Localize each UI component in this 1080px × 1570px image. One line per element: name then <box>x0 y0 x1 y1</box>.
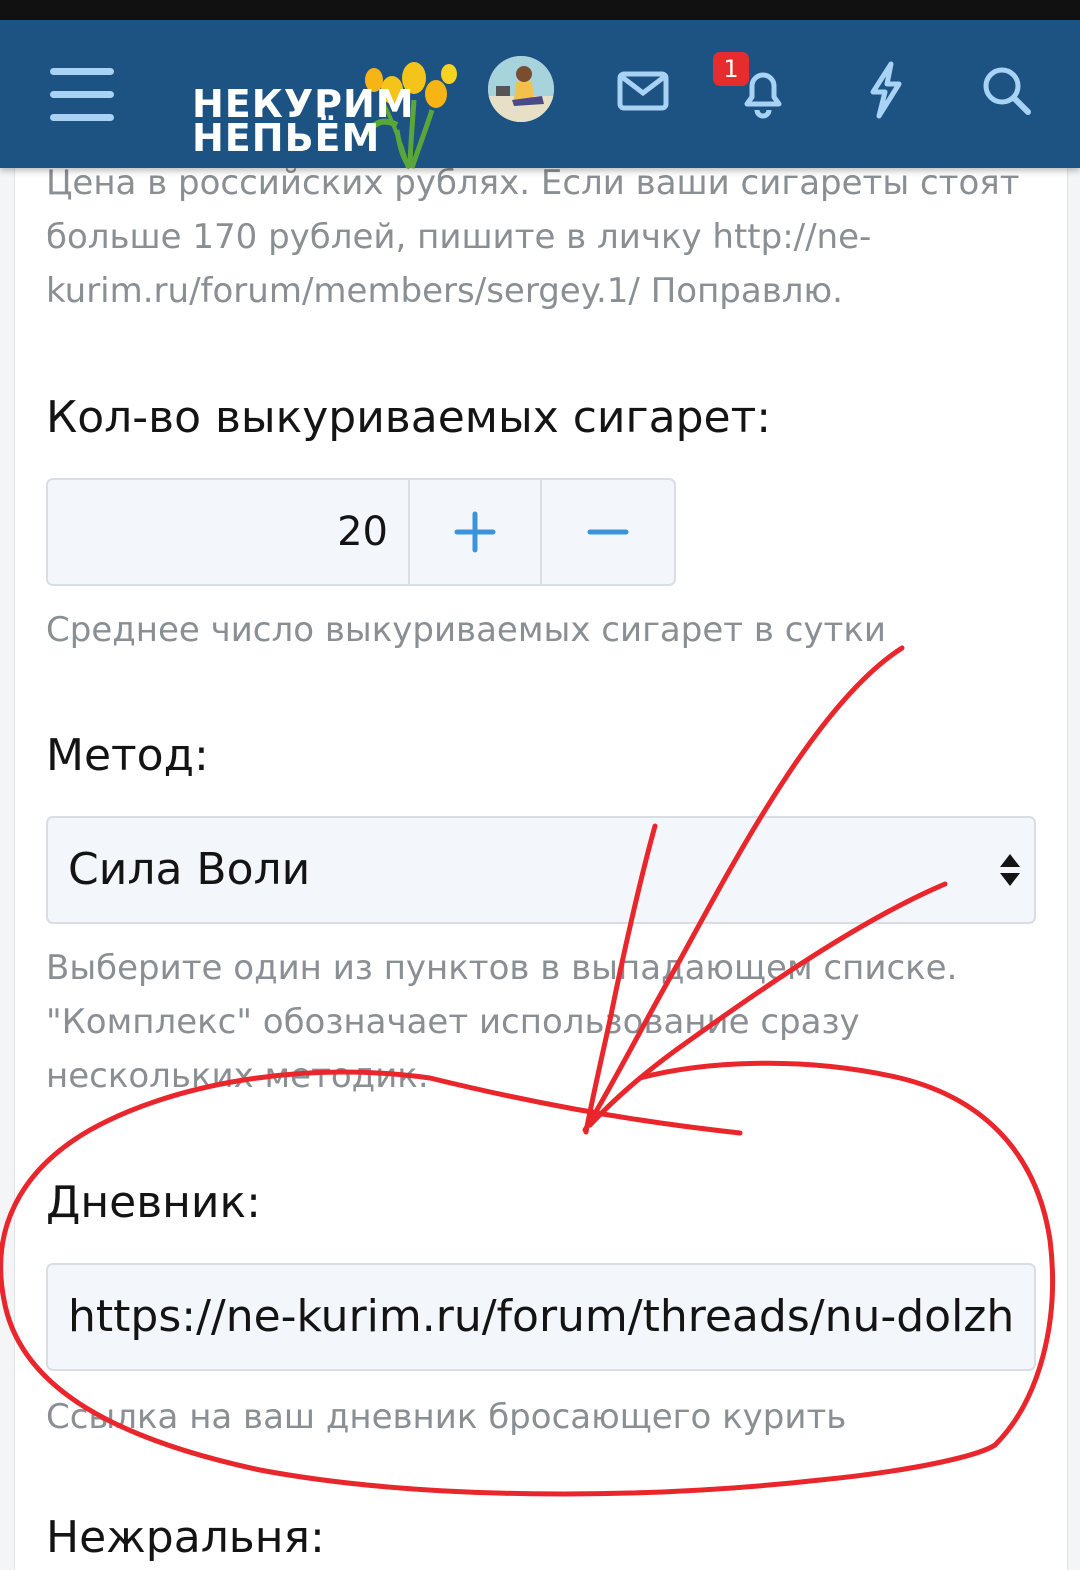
top-navigation-bar: НЕКУРИМ НЕПЬЁМ 1 <box>0 20 1080 170</box>
avatar-image <box>488 56 554 122</box>
select-arrows-icon <box>1000 854 1020 886</box>
diary-url-input[interactable]: https://ne-kurim.ru/forum/threads/nu-dol… <box>46 1263 1036 1371</box>
cigarettes-count-input[interactable]: 20 <box>48 480 408 584</box>
plus-icon <box>454 511 496 553</box>
method-hint-line: нескольких методик. <box>46 1056 429 1096</box>
increment-button[interactable] <box>408 480 540 584</box>
cigarettes-count-label: Кол-во выкуриваемых сигарет: <box>46 392 772 443</box>
minus-icon <box>587 529 629 535</box>
next-field-label: Нежральня: <box>46 1512 325 1563</box>
cigarettes-count-value: 20 <box>337 509 388 555</box>
user-avatar[interactable] <box>488 56 554 122</box>
logo-text-line2: НЕПЬЁМ <box>192 116 381 160</box>
search-icon[interactable] <box>976 60 1036 120</box>
notification-badge: 1 <box>713 52 749 86</box>
system-status-bar <box>0 0 1080 20</box>
bolt-icon[interactable] <box>855 60 915 120</box>
cigarettes-count-stepper: 20 <box>46 478 676 586</box>
diary-url-value: https://ne-kurim.ru/forum/threads/nu-dol… <box>68 1291 1014 1342</box>
method-selected-value: Сила Воли <box>68 844 311 895</box>
decrement-button[interactable] <box>540 480 672 584</box>
mail-icon[interactable] <box>612 60 672 120</box>
method-hint-line: Выберите один из пунктов в выпадающем сп… <box>46 948 958 988</box>
method-select[interactable]: Сила Воли <box>46 816 1036 924</box>
diary-label: Дневник: <box>46 1177 261 1228</box>
method-hint-line: "Комплекс" обозначает использование сраз… <box>46 1002 860 1042</box>
price-hint-line: больше 170 рублей, пишите в личку http:/… <box>46 217 872 257</box>
method-label: Метод: <box>46 730 209 781</box>
price-hint-line: kurim.ru/forum/members/sergey.1/ Поправл… <box>46 271 843 311</box>
cigarettes-count-hint: Среднее число выкуриваемых сигарет в сут… <box>46 610 886 650</box>
site-logo[interactable]: НЕКУРИМ НЕПЬЁМ <box>192 60 462 170</box>
diary-hint: Ссылка на ваш дневник бросающего курить <box>46 1397 847 1437</box>
menu-icon[interactable] <box>50 68 114 122</box>
